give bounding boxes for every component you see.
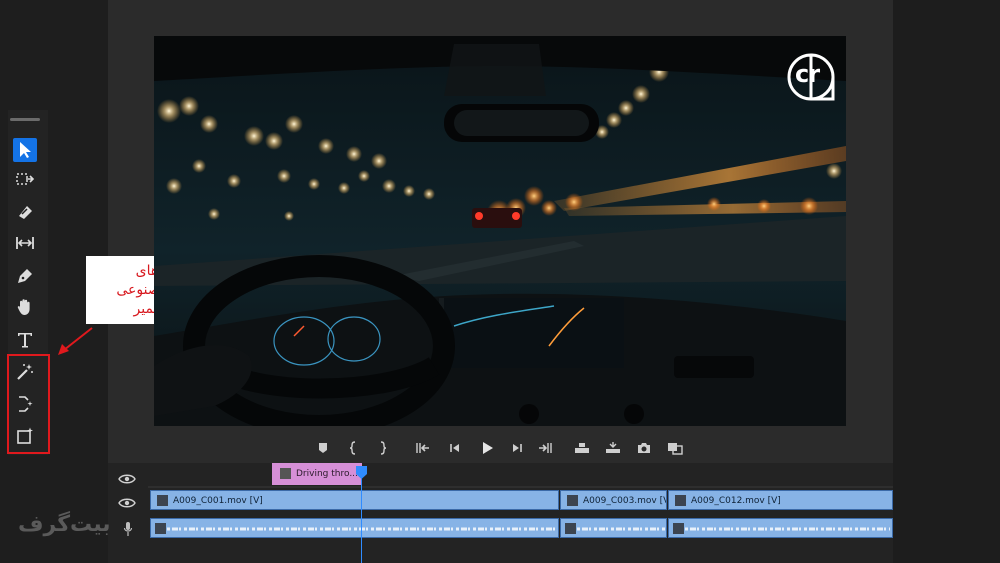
track-visibility-eye-icon[interactable] — [118, 497, 136, 509]
step-back-icon — [450, 444, 459, 452]
watermark: بیت‌گرف — [18, 512, 111, 537]
video-clip-2[interactable]: A009_C003.mov [V] — [560, 490, 667, 510]
play-icon — [483, 442, 493, 454]
slip-tool[interactable] — [13, 231, 37, 255]
play-button[interactable] — [478, 439, 496, 457]
lift-icon — [575, 443, 589, 453]
audio-waveform — [167, 527, 557, 531]
go-to-in-button[interactable] — [414, 439, 432, 457]
camera-icon — [638, 443, 650, 453]
type-icon — [18, 333, 32, 348]
program-video-frame — [154, 36, 846, 426]
add-marker-button[interactable] — [314, 439, 332, 457]
video-frame-image — [154, 36, 846, 426]
slip-icon — [16, 237, 34, 249]
hand-icon — [17, 299, 30, 315]
video-clip-3[interactable]: A009_C012.mov [V] — [668, 490, 893, 510]
callout-arrow-icon — [58, 327, 93, 355]
clip-label: A009_C003.mov [V] — [583, 496, 667, 506]
step-back-button[interactable] — [446, 439, 464, 457]
pen-tool[interactable] — [13, 264, 37, 288]
adjustment-clip[interactable]: Driving thro... [V] — [272, 463, 362, 485]
clip-thumbnail — [673, 523, 684, 534]
mark-in-button[interactable] — [344, 439, 362, 457]
toolbar-grip[interactable] — [10, 118, 40, 121]
clip-label: Driving thro... [V] — [296, 469, 362, 479]
track-select-tool[interactable] — [13, 168, 37, 192]
extract-button[interactable] — [604, 439, 622, 457]
razor-icon — [19, 206, 32, 219]
clip-label: A009_C012.mov [V] — [691, 496, 781, 506]
go-to-in-icon — [416, 443, 429, 453]
arrow-pointer-icon — [20, 142, 31, 158]
transport-controls — [108, 434, 893, 462]
clip-thumbnail — [157, 495, 168, 506]
audio-waveform — [685, 527, 890, 531]
hand-tool[interactable] — [13, 295, 37, 319]
right-panel — [893, 0, 1000, 563]
track-visibility-eye-icon[interactable] — [118, 473, 136, 485]
clip-thumbnail — [675, 495, 686, 506]
mark-out-button[interactable] — [374, 439, 392, 457]
clip-thumbnail — [565, 523, 576, 534]
cr-logo-text: cr — [795, 60, 820, 88]
audio-clip-2[interactable] — [560, 518, 667, 538]
clip-thumbnail — [280, 468, 291, 479]
mark-in-icon — [349, 441, 356, 455]
comparison-icon — [668, 443, 683, 455]
clip-label: A009_C001.mov [V] — [173, 496, 263, 506]
audio-waveform — [577, 527, 666, 531]
export-frame-button[interactable] — [635, 439, 653, 457]
video-clip-1[interactable]: A009_C001.mov [V] — [150, 490, 559, 510]
type-tool[interactable] — [13, 328, 37, 352]
go-to-out-icon — [539, 443, 552, 453]
playhead-line[interactable] — [361, 470, 362, 563]
comparison-view-button[interactable] — [666, 439, 684, 457]
razor-tool[interactable] — [13, 200, 37, 224]
step-forward-button[interactable] — [508, 439, 526, 457]
audio-clip-3[interactable] — [668, 518, 893, 538]
step-forward-icon — [513, 444, 522, 452]
lift-button[interactable] — [573, 439, 591, 457]
extract-icon — [606, 442, 620, 453]
cr-logo: cr — [786, 52, 836, 102]
go-to-out-button[interactable] — [536, 439, 554, 457]
clip-thumbnail — [155, 523, 166, 534]
playhead-handle-icon[interactable] — [356, 466, 367, 479]
selection-tool[interactable] — [13, 138, 37, 162]
clip-thumbnail — [567, 495, 578, 506]
marker-icon — [319, 443, 327, 453]
voiceover-mic-icon[interactable] — [123, 521, 133, 537]
track-select-icon — [16, 173, 35, 185]
pen-icon — [18, 269, 32, 283]
audio-clip-1[interactable] — [150, 518, 559, 538]
mark-out-icon — [380, 441, 387, 455]
timeline-track-lines — [148, 486, 893, 488]
ai-tools-highlight — [7, 354, 50, 454]
